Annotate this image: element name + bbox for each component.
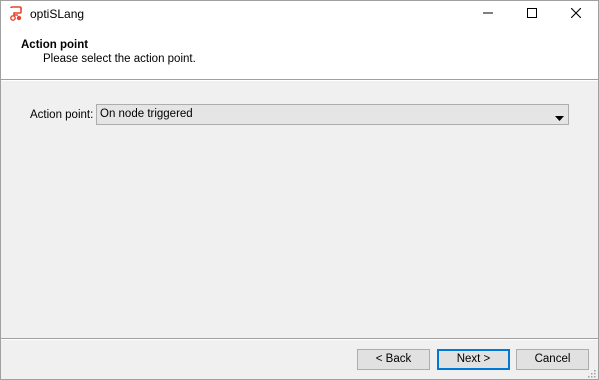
action-point-label: Action point: [30,109,94,121]
action-point-selected-value: On node triggered [100,108,193,120]
wizard-window: optiSLang Action point Please select the… [0,0,599,380]
header-divider-highlight [1,80,598,81]
action-point-dropdown[interactable]: On node triggered [96,104,569,125]
next-button[interactable]: Next > [437,349,510,370]
chevron-down-icon[interactable] [555,111,564,121]
title-bar[interactable]: optiSLang [1,1,598,27]
close-icon [570,7,582,21]
minimize-icon [483,7,493,21]
cancel-button[interactable]: Cancel [516,349,589,370]
resize-grip-icon[interactable] [586,367,596,378]
close-button[interactable] [554,1,598,27]
page-title: Action point [21,39,89,51]
minimize-button[interactable] [466,1,510,27]
window-title: optiSLang [30,7,85,21]
wizard-header: Action point Please select the action po… [1,27,598,79]
page-subtitle: Please select the action point. [43,53,196,65]
maximize-button[interactable] [510,1,554,27]
optislang-logo-icon [8,6,24,22]
footer-divider-highlight [1,339,598,340]
back-button[interactable]: < Back [357,349,430,370]
maximize-icon [527,7,537,21]
